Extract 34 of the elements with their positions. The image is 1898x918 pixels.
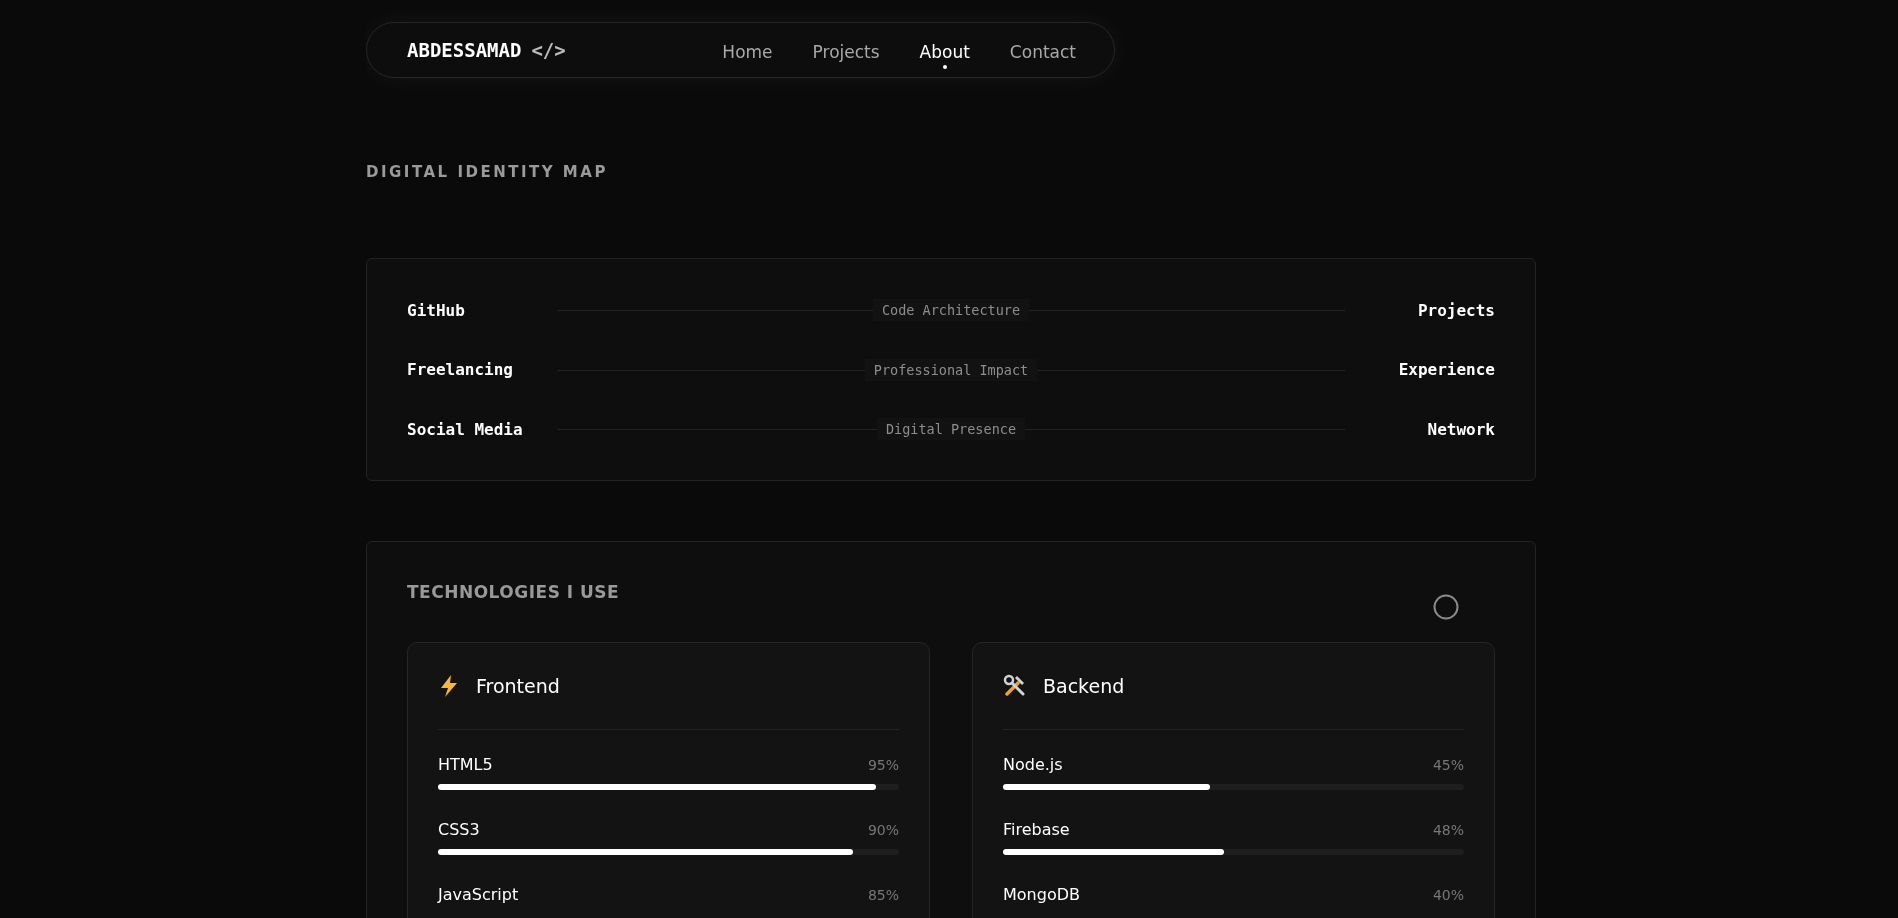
- skill-percent: 90%: [867, 822, 899, 838]
- identity-connection-label: Professional Impact: [864, 358, 1038, 381]
- identity-target: Projects: [1416, 300, 1495, 320]
- tools-icon: [1003, 674, 1027, 698]
- code-symbol: </>: [531, 39, 566, 61]
- identity-source: GitHub: [407, 300, 466, 320]
- skill-percent: 95%: [867, 757, 899, 773]
- section-title: DIGITAL IDENTITY MAP: [366, 163, 609, 181]
- skill-percent: 45%: [1432, 757, 1464, 773]
- identity-connection-label: Code Architecture: [872, 299, 1030, 321]
- skill-name: JavaScript: [438, 885, 519, 904]
- skill-name: HTML5: [438, 755, 493, 774]
- identity-source: Freelancing: [407, 360, 514, 379]
- skill-name: CSS3: [438, 820, 480, 839]
- lightning-icon: [438, 674, 460, 698]
- section-title: TECHNOLOGIES I USE: [407, 582, 620, 602]
- identity-target: Network: [1426, 419, 1495, 439]
- skill-group-title: Backend: [1043, 675, 1125, 697]
- skill-group-title: Frontend: [476, 675, 560, 697]
- circle-icon[interactable]: [1433, 594, 1459, 620]
- brand-name[interactable]: ABDESSAMAD: [407, 39, 522, 61]
- skill-percent: 85%: [867, 887, 899, 903]
- identity-connection-label: Digital Presence: [876, 418, 1025, 440]
- nav-link[interactable]: About: [919, 42, 970, 70]
- nav-link[interactable]: Home: [722, 42, 773, 70]
- identity-source: Social Media: [407, 419, 524, 439]
- skill-name: MongoDB: [1003, 885, 1080, 904]
- skill-name: Node.js: [1003, 755, 1063, 774]
- skill-percent: 40%: [1432, 887, 1464, 903]
- skill-percent: 48%: [1432, 822, 1464, 838]
- nav-link[interactable]: Contact: [1009, 42, 1076, 70]
- nav-link[interactable]: Projects: [812, 42, 880, 70]
- identity-target: Experience: [1397, 360, 1495, 379]
- skill-name: Firebase: [1003, 820, 1070, 839]
